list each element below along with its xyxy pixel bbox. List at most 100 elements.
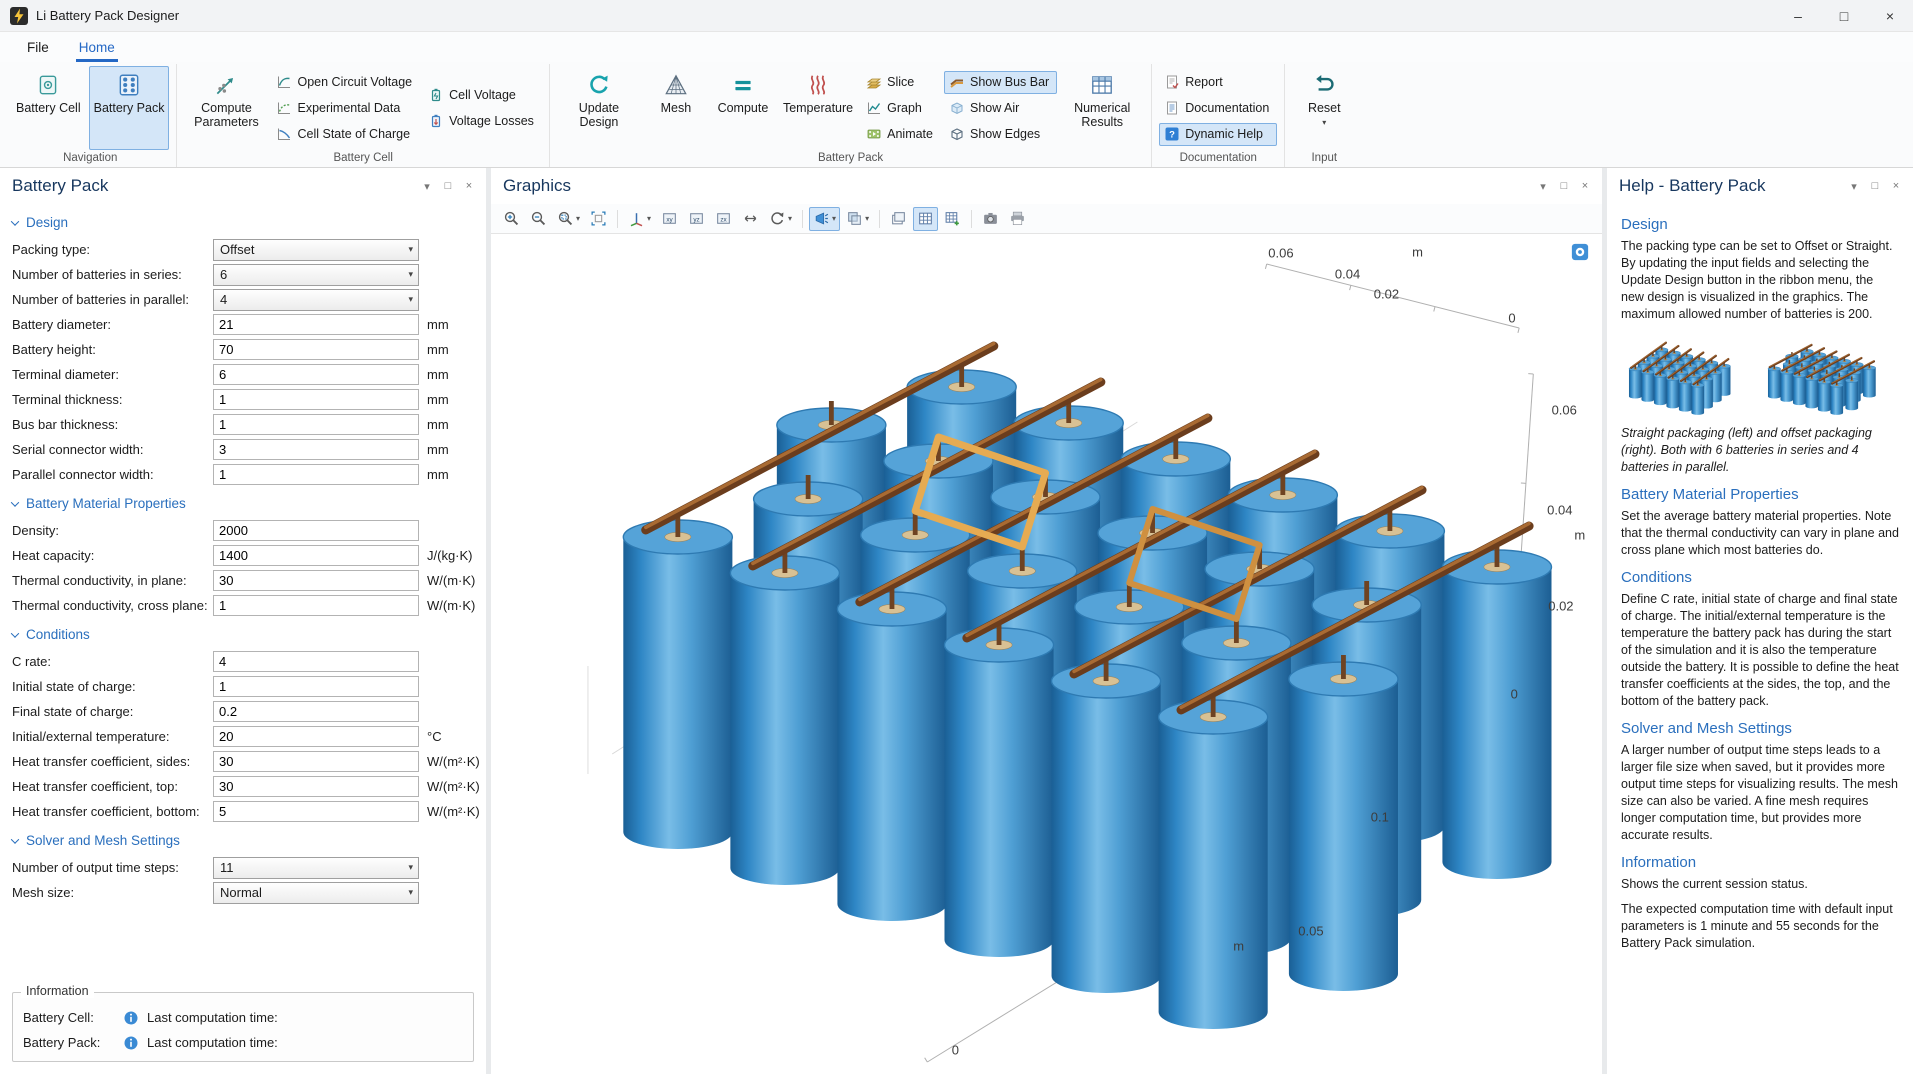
ribbon-cell-state-of-charge-button[interactable]: Cell State of Charge (271, 123, 420, 146)
ribbon-button-label: Graph (887, 101, 922, 115)
settings-panel-close-icon[interactable]: × (462, 180, 476, 193)
packing-type-select[interactable]: Offset▾ (213, 239, 419, 261)
settings-panel-collapse-icon[interactable]: ▾ (420, 180, 434, 193)
ribbon-open-circuit-voltage-button[interactable]: Open Circuit Voltage (271, 71, 420, 94)
initial-state-of-charge-input[interactable] (213, 676, 419, 697)
density-input[interactable] (213, 520, 419, 541)
field-label: Serial connector width: (12, 442, 213, 457)
thermal-conductivity-in-plane-input[interactable] (213, 570, 419, 591)
flip-view-button[interactable] (738, 207, 763, 231)
ribbon-compute-button[interactable]: Compute (711, 66, 775, 150)
ribbon-experimental-data-button[interactable]: Experimental Data (271, 97, 420, 120)
ribbon-numerical-results-button[interactable]: Numerical Results (1060, 66, 1144, 150)
heat-capacity-input[interactable] (213, 545, 419, 566)
toolbar-separator (617, 210, 618, 228)
battery-pack-3d-view[interactable]: 0.060.04m0.0200.060.04m0.0200.10.05m0 (491, 234, 1602, 1074)
view-zx-button[interactable]: zx (711, 207, 736, 231)
terminal-diameter-input[interactable] (213, 364, 419, 385)
initial-external-temperature-input[interactable] (213, 726, 419, 747)
help-panel-float-icon[interactable]: □ (1868, 180, 1882, 193)
ribbon-battery-pack-button[interactable]: Battery Pack (89, 66, 170, 150)
ribbon-documentation-button[interactable]: Documentation (1159, 97, 1277, 120)
ribbon-voltage-losses-button[interactable]: Voltage Losses (423, 110, 542, 133)
maximize-button[interactable]: □ (1821, 0, 1867, 31)
form-row: Terminal diameter:mm (0, 362, 486, 387)
plot-settings-icon[interactable] (1570, 242, 1590, 262)
ribbon-show-edges-button[interactable]: Show Edges (944, 123, 1057, 146)
zoom-box-button[interactable]: ▾ (553, 207, 584, 231)
ribbon-update-design-button[interactable]: Update Design (557, 66, 641, 150)
ribbon-temperature-button[interactable]: Temperature (778, 66, 858, 150)
duplicate-window-button[interactable] (886, 207, 911, 231)
select-value: Offset (220, 242, 254, 257)
help-caption: Straight packaging (left) and offset pac… (1621, 425, 1899, 476)
graphics-panel-close-icon[interactable]: × (1578, 180, 1592, 193)
ribbon-compute-parameters-button[interactable]: Compute Parameters (184, 66, 268, 150)
number-of-batteries-in-parallel-select[interactable]: 4▾ (213, 289, 419, 311)
thermal-conductivity-cross-plane-input[interactable] (213, 595, 419, 616)
ribbon-animate-button[interactable]: Animate (861, 123, 941, 146)
section-title: Design (26, 215, 68, 230)
battery-height-input[interactable] (213, 339, 419, 360)
graphics-panel: Graphics ▾□× ▾▾xyyzzx▾▾▾ 0.060.04m0.0200… (491, 168, 1602, 1074)
ribbon-show-bus-bar-button[interactable]: Show Bus Bar (944, 71, 1057, 94)
graphics-panel-collapse-icon[interactable]: ▾ (1536, 180, 1550, 193)
close-button[interactable]: × (1867, 0, 1913, 31)
mesh-size-select[interactable]: Normal▾ (213, 882, 419, 904)
minimize-button[interactable]: – (1775, 0, 1821, 31)
field-label: Number of batteries in parallel: (12, 292, 213, 307)
zoom-extents-button[interactable] (586, 207, 611, 231)
image-snapshot-button[interactable] (978, 207, 1003, 231)
zoom-out-button[interactable] (526, 207, 551, 231)
final-state-of-charge-input[interactable] (213, 701, 419, 722)
section-header-conditions[interactable]: Conditions (0, 627, 486, 642)
chevron-down-icon: ▾ (832, 214, 836, 223)
show-edges-icon (949, 126, 965, 142)
battery-diameter-input[interactable] (213, 314, 419, 335)
bus-bar-thickness-input[interactable] (213, 414, 419, 435)
section-header-solver-and-mesh-settings[interactable]: Solver and Mesh Settings (0, 833, 486, 848)
serial-connector-width-input[interactable] (213, 439, 419, 460)
chevron-down-icon: ▾ (408, 269, 413, 280)
plot-data-table-button[interactable] (940, 207, 965, 231)
zoom-in-button[interactable] (499, 207, 524, 231)
ribbon-reset-button[interactable]: Reset▾ (1292, 66, 1356, 150)
view-yz-button[interactable]: yz (684, 207, 709, 231)
section-header-design[interactable]: Design (0, 215, 486, 230)
view-xy-button[interactable]: xy (657, 207, 682, 231)
reset-camera-icon (769, 210, 786, 227)
menu-file[interactable]: File (14, 32, 62, 62)
ribbon-dynamic-help-button[interactable]: ?Dynamic Help (1159, 123, 1277, 146)
reset-camera-button[interactable]: ▾ (765, 207, 796, 231)
help-panel-collapse-icon[interactable]: ▾ (1847, 180, 1861, 193)
heat-transfer-coefficient-sides-input[interactable] (213, 751, 419, 772)
ribbon-battery-cell-button[interactable]: Battery Cell (11, 66, 86, 150)
transparency-icon (846, 210, 863, 227)
ribbon-slice-button[interactable]: Slice (861, 71, 941, 94)
go-to-default-view-button[interactable]: ▾ (624, 207, 655, 231)
number-of-output-time-steps-select[interactable]: 11▾ (213, 857, 419, 879)
print-button[interactable] (1005, 207, 1030, 231)
scene-light-button[interactable]: ▾ (809, 207, 840, 231)
section-header-battery-material-properties[interactable]: Battery Material Properties (0, 496, 486, 511)
help-content: DesignThe packing type can be set to Off… (1607, 204, 1913, 1074)
ribbon-show-air-button[interactable]: Show Air (944, 97, 1057, 120)
ribbon-graph-button[interactable]: Graph (861, 97, 941, 120)
ribbon-report-button[interactable]: Report (1159, 71, 1277, 94)
graphics-panel-float-icon[interactable]: □ (1557, 180, 1571, 193)
heat-transfer-coefficient-bottom-input[interactable] (213, 801, 419, 822)
svg-text:yz: yz (693, 216, 699, 223)
help-panel-close-icon[interactable]: × (1889, 180, 1903, 193)
transparency-button[interactable]: ▾ (842, 207, 873, 231)
ribbon-cell-voltage-button[interactable]: Cell Voltage (423, 84, 542, 107)
field-label: Parallel connector width: (12, 467, 213, 482)
number-of-batteries-in-series-select[interactable]: 6▾ (213, 264, 419, 286)
ribbon-mesh-button[interactable]: Mesh (644, 66, 708, 150)
c-rate-input[interactable] (213, 651, 419, 672)
settings-panel-float-icon[interactable]: □ (441, 180, 455, 193)
terminal-thickness-input[interactable] (213, 389, 419, 410)
show-grid-button[interactable] (913, 207, 938, 231)
heat-transfer-coefficient-top-input[interactable] (213, 776, 419, 797)
parallel-connector-width-input[interactable] (213, 464, 419, 485)
menu-home[interactable]: Home (66, 32, 128, 62)
